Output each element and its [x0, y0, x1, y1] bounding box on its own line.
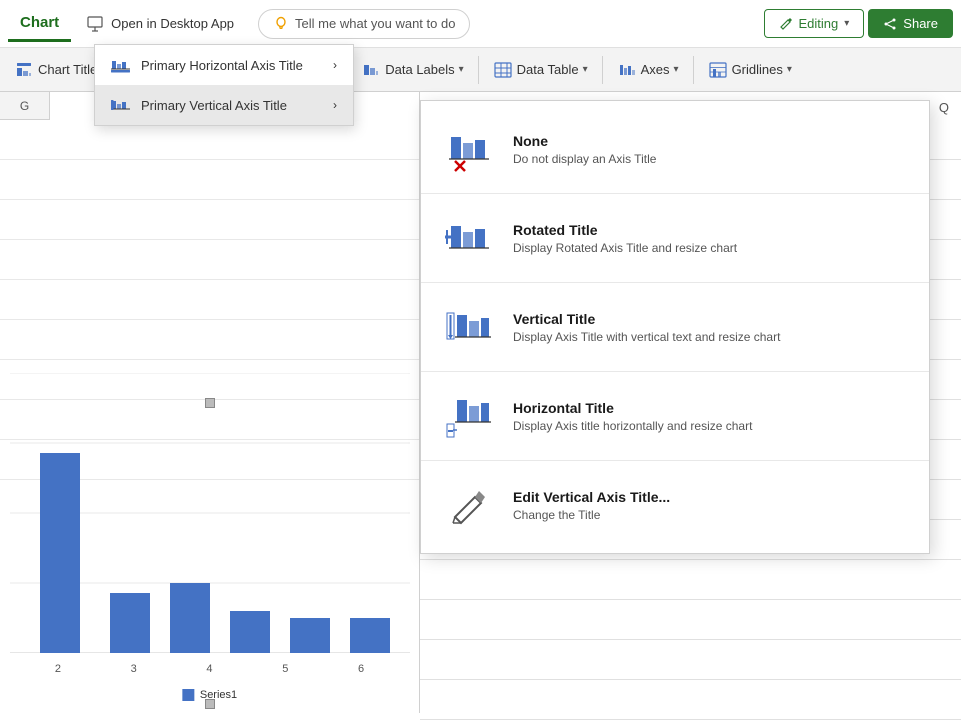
ribbon: Chart Open in Desktop App Tell me what y…	[0, 0, 961, 48]
axes-icon	[617, 60, 637, 80]
submenu-edit-item[interactable]: Edit Vertical Axis Title... Change the T…	[421, 465, 929, 545]
col-header-g: G	[0, 92, 50, 120]
share-label: Share	[903, 16, 938, 31]
primary-vertical-icon	[111, 95, 131, 115]
bar-chart	[10, 373, 410, 653]
lightbulb-icon	[273, 16, 289, 32]
x-axis-labels: 2 3 4 5 6	[10, 663, 409, 675]
x-label-4: 4	[206, 663, 212, 675]
submenu-none-item[interactable]: None Do not display an Axis Title	[421, 109, 929, 189]
submenu-vertical-item[interactable]: Vertical Title Display Axis Title with v…	[421, 287, 929, 367]
horizontal-arrow-icon: ›	[333, 58, 337, 72]
x-label-2: 2	[55, 663, 61, 675]
edit-text: Edit Vertical Axis Title... Change the T…	[513, 489, 670, 522]
editing-chevron-icon: ▾	[844, 18, 849, 29]
axis-titles-dropdown: Primary Horizontal Axis Title › Primary …	[94, 44, 354, 126]
gridlines-label: Gridlines	[732, 62, 783, 77]
editing-label: Editing	[799, 16, 839, 31]
edit-desc: Change the Title	[513, 508, 670, 522]
chart-bottom-resize-handle[interactable]	[205, 699, 215, 709]
submenu-rotated-item[interactable]: Rotated Title Display Rotated Axis Title…	[421, 198, 929, 278]
axes-label: Axes	[641, 62, 670, 77]
x-label-5: 5	[282, 663, 288, 675]
vertical-arrow-icon: ›	[333, 98, 337, 112]
submenu-divider-3	[421, 371, 929, 372]
share-button[interactable]: Share	[868, 9, 953, 38]
vertical-title: Vertical Title	[513, 311, 780, 327]
data-table-icon	[493, 60, 513, 80]
chart-area: G	[0, 92, 420, 713]
chart-title-icon	[14, 60, 34, 80]
data-table-label: Data Table	[517, 62, 579, 77]
open-desktop-label: Open in Desktop App	[111, 16, 234, 31]
none-desc: Do not display an Axis Title	[513, 152, 656, 166]
toolbar-sep-4	[478, 56, 479, 84]
data-labels-label: Data Labels	[385, 62, 454, 77]
submenu-divider-1	[421, 193, 929, 194]
rotated-icon	[445, 214, 493, 262]
primary-vertical-axis-item[interactable]: Primary Vertical Axis Title ›	[95, 85, 353, 125]
col-header-label: G	[20, 99, 29, 113]
data-labels-icon	[361, 60, 381, 80]
none-text: None Do not display an Axis Title	[513, 133, 656, 166]
tab-chart[interactable]: Chart	[8, 6, 71, 42]
gridlines-button[interactable]: Gridlines ▾	[698, 54, 802, 86]
data-labels-chevron-icon: ▾	[459, 64, 464, 75]
submenu-horizontal-item[interactable]: Horizontal Title Display Axis title hori…	[421, 376, 929, 456]
horizontal-title-icon	[445, 392, 493, 440]
axis-type-submenu: None Do not display an Axis Title Rotate…	[420, 100, 930, 554]
rotated-desc: Display Rotated Axis Title and resize ch…	[513, 241, 737, 255]
pencil-icon	[779, 17, 793, 31]
vertical-text: Vertical Title Display Axis Title with v…	[513, 311, 780, 344]
editing-button[interactable]: Editing ▾	[764, 9, 865, 38]
edit-title: Edit Vertical Axis Title...	[513, 489, 670, 505]
data-labels-button[interactable]: Data Labels ▾	[351, 54, 473, 86]
x-label-6: 6	[358, 663, 364, 675]
horizontal-text: Horizontal Title Display Axis title hori…	[513, 400, 752, 433]
submenu-divider-2	[421, 282, 929, 283]
desktop-icon	[87, 15, 105, 33]
rotated-title: Rotated Title	[513, 222, 737, 238]
data-table-chevron-icon: ▾	[583, 64, 588, 75]
toolbar-sep-5	[602, 56, 603, 84]
tell-me-button[interactable]: Tell me what you want to do	[258, 9, 470, 39]
edit-icon	[445, 481, 493, 529]
data-table-button[interactable]: Data Table ▾	[483, 54, 598, 86]
submenu-divider-4	[421, 460, 929, 461]
x-label-3: 3	[131, 663, 137, 675]
q-label: Q	[939, 100, 949, 115]
tell-me-label: Tell me what you want to do	[295, 16, 455, 31]
primary-horizontal-icon	[111, 55, 131, 75]
chart-title-label: Chart Title	[38, 62, 97, 77]
axes-chevron-icon: ▾	[674, 64, 679, 75]
vertical-title-icon	[445, 303, 493, 351]
none-title: None	[513, 133, 656, 149]
legend-color-swatch	[182, 689, 194, 701]
primary-horizontal-label: Primary Horizontal Axis Title	[141, 58, 303, 73]
none-icon	[445, 125, 493, 173]
rotated-text: Rotated Title Display Rotated Axis Title…	[513, 222, 737, 255]
axes-button[interactable]: Axes ▾	[607, 54, 689, 86]
horizontal-title: Horizontal Title	[513, 400, 752, 416]
primary-vertical-label: Primary Vertical Axis Title	[141, 98, 287, 113]
open-desktop-button[interactable]: Open in Desktop App	[75, 9, 246, 39]
toolbar-sep-6	[693, 56, 694, 84]
gridlines-icon	[708, 60, 728, 80]
share-icon	[883, 17, 897, 31]
primary-horizontal-axis-item[interactable]: Primary Horizontal Axis Title ›	[95, 45, 353, 85]
horizontal-desc: Display Axis title horizontally and resi…	[513, 419, 752, 433]
gridlines-chevron-icon: ▾	[787, 64, 792, 75]
vertical-desc: Display Axis Title with vertical text an…	[513, 330, 780, 344]
